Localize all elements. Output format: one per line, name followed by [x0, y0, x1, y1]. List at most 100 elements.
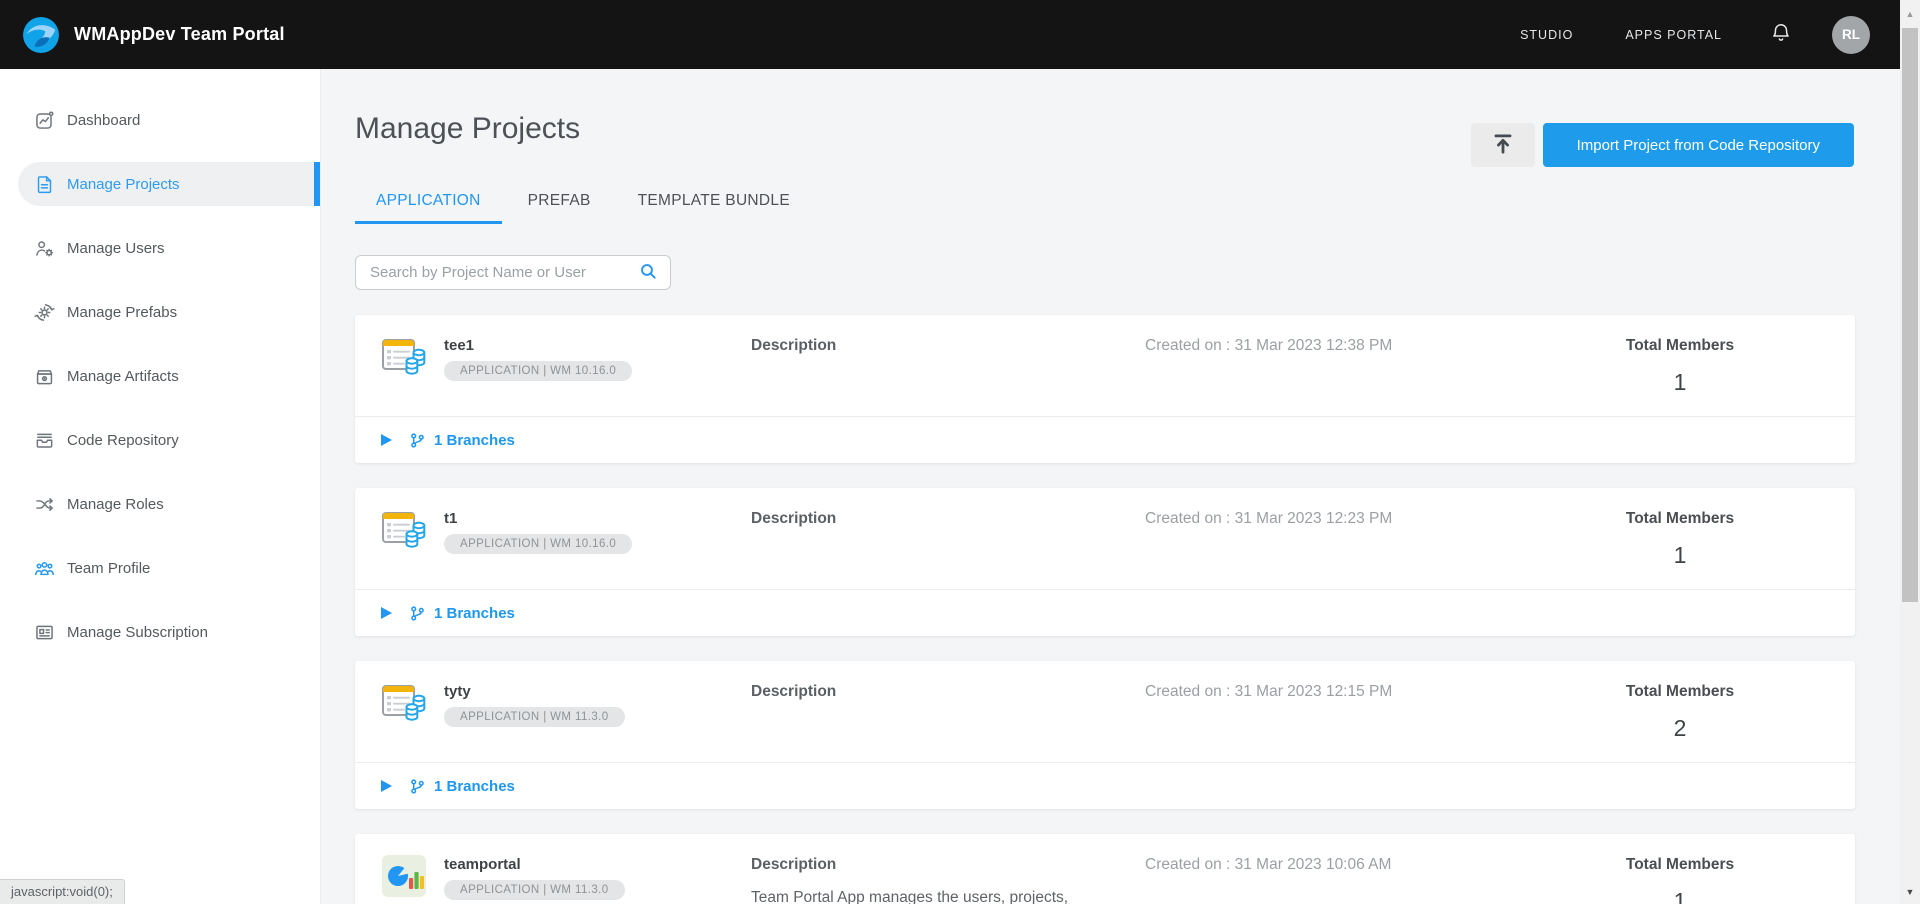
- header-link-studio[interactable]: STUDIO: [1520, 28, 1573, 42]
- project-description: Team Portal App manages the users, proje…: [751, 887, 1145, 904]
- prefabs-icon: [33, 301, 55, 323]
- scrollbar-up-arrow-icon[interactable]: ▲: [1900, 9, 1920, 19]
- upload-icon: [1490, 131, 1516, 160]
- sidebar-item-dashboard[interactable]: Dashboard: [0, 98, 320, 142]
- total-members-value: 1: [1505, 542, 1855, 569]
- description-label: Description: [751, 681, 1145, 701]
- project-created-on: Created on : 31 Mar 2023 12:23 PM: [1145, 508, 1505, 569]
- sidebar-item-manage-users[interactable]: Manage Users: [0, 226, 320, 270]
- git-branch-icon: [409, 605, 426, 622]
- project-list: tee1 APPLICATION | WM 10.16.0 Descriptio…: [355, 315, 1855, 904]
- tab-prefab[interactable]: PREFAB: [507, 192, 612, 224]
- branches-toggle[interactable]: 1 Branches: [355, 416, 1855, 463]
- search-input[interactable]: [370, 264, 637, 281]
- branches-label: 1 Branches: [434, 605, 515, 622]
- app-window-db-icon: [381, 508, 427, 552]
- total-members-label: Total Members: [1505, 508, 1855, 528]
- project-type-badge: APPLICATION | WM 11.3.0: [444, 880, 625, 900]
- sidebar-item-team-profile[interactable]: Team Profile: [0, 546, 320, 590]
- sidebar-item-label: Manage Artifacts: [67, 368, 179, 385]
- upload-project-button[interactable]: [1471, 123, 1535, 167]
- search-icon: [639, 262, 658, 284]
- project-name: tee1: [444, 335, 632, 354]
- tab-template-bundle[interactable]: TEMPLATE BUNDLE: [617, 192, 811, 224]
- sidebar-item-manage-projects[interactable]: Manage Projects: [18, 162, 320, 206]
- description-label: Description: [751, 854, 1145, 874]
- sidebar-item-label: Team Profile: [67, 560, 150, 577]
- project-created-on: Created on : 31 Mar 2023 12:38 PM: [1145, 335, 1505, 396]
- sidebar-item-manage-roles[interactable]: Manage Roles: [0, 482, 320, 526]
- sidebar-item-manage-subscription[interactable]: Manage Subscription: [0, 610, 320, 654]
- header-actions: Import Project from Code Repository: [1471, 123, 1854, 167]
- sidebar-item-manage-artifacts[interactable]: Manage Artifacts: [0, 354, 320, 398]
- pie-chart-icon: [381, 854, 427, 898]
- search-box: [355, 255, 671, 290]
- sidebar-item-manage-prefabs[interactable]: Manage Prefabs: [0, 290, 320, 334]
- sidebar-item-label: Manage Users: [67, 240, 165, 257]
- branches-toggle[interactable]: 1 Branches: [355, 762, 1855, 809]
- top-header: WMAppDev Team Portal STUDIO APPS PORTAL R…: [0, 0, 1900, 69]
- total-members-label: Total Members: [1505, 335, 1855, 355]
- notifications-button[interactable]: [1770, 22, 1792, 47]
- app-window-db-icon: [381, 335, 427, 379]
- header-link-apps-portal[interactable]: APPS PORTAL: [1625, 28, 1722, 42]
- sidebar-item-label: Code Repository: [67, 432, 179, 449]
- total-members-label: Total Members: [1505, 681, 1855, 701]
- project-created-on: Created on : 31 Mar 2023 12:15 PM: [1145, 681, 1505, 742]
- project-name: tyty: [444, 681, 625, 700]
- total-members-value: 2: [1505, 715, 1855, 742]
- app-window-db-icon: [381, 681, 427, 725]
- total-members-label: Total Members: [1505, 854, 1855, 874]
- sidebar-item-code-repository[interactable]: Code Repository: [0, 418, 320, 462]
- sidebar: Dashboard Manage Projects Manage Users Mana…: [0, 69, 321, 904]
- search-button[interactable]: [637, 260, 660, 286]
- project-type-badge: APPLICATION | WM 10.16.0: [444, 534, 632, 554]
- project-card: tee1 APPLICATION | WM 10.16.0 Descriptio…: [355, 315, 1855, 463]
- branches-label: 1 Branches: [434, 778, 515, 795]
- browser-scrollbar[interactable]: ▲ ▼: [1900, 0, 1920, 904]
- project-name: teamportal: [444, 854, 625, 873]
- users-icon: [33, 237, 55, 259]
- subscription-icon: [33, 621, 55, 643]
- scrollbar-down-arrow-icon[interactable]: ▼: [1900, 887, 1920, 897]
- link-preview-statusbar: javascript:void(0);: [0, 879, 125, 904]
- sidebar-menu: Dashboard Manage Projects Manage Users Mana…: [0, 69, 320, 654]
- project-card: t1 APPLICATION | WM 10.16.0 Description …: [355, 488, 1855, 636]
- sidebar-item-label: Manage Roles: [67, 496, 164, 513]
- sidebar-item-label: Manage Prefabs: [67, 304, 177, 321]
- dashboard-icon: [33, 109, 55, 131]
- description-label: Description: [751, 508, 1145, 528]
- sidebar-item-label: Manage Projects: [67, 176, 180, 193]
- header-nav: STUDIO APPS PORTAL RL: [1468, 16, 1870, 54]
- project-card: tyty APPLICATION | WM 11.3.0 Description…: [355, 661, 1855, 809]
- roles-icon: [33, 493, 55, 515]
- scrollbar-thumb[interactable]: [1902, 28, 1918, 602]
- avatar[interactable]: RL: [1832, 16, 1870, 54]
- project-type-badge: APPLICATION | WM 10.16.0: [444, 361, 632, 381]
- description-label: Description: [751, 335, 1145, 355]
- projects-icon: [33, 173, 55, 195]
- project-type-badge: APPLICATION | WM 11.3.0: [444, 707, 625, 727]
- sidebar-item-label: Dashboard: [67, 112, 140, 129]
- total-members-value: 1: [1505, 369, 1855, 396]
- project-name: t1: [444, 508, 632, 527]
- branches-label: 1 Branches: [434, 432, 515, 449]
- sidebar-item-label: Manage Subscription: [67, 624, 208, 641]
- expand-triangle-icon: [381, 434, 392, 446]
- active-indicator: [314, 162, 320, 206]
- project-card: teamportal APPLICATION | WM 11.3.0 Descr…: [355, 834, 1855, 904]
- project-created-on: Created on : 31 Mar 2023 10:06 AM: [1145, 854, 1505, 904]
- total-members-value: 1: [1505, 888, 1855, 904]
- tab-bar: APPLICATIONPREFABTEMPLATE BUNDLE: [355, 192, 1855, 224]
- app-window: WMAppDev Team Portal STUDIO APPS PORTAL R…: [0, 0, 1900, 904]
- import-project-button[interactable]: Import Project from Code Repository: [1543, 123, 1854, 167]
- branches-toggle[interactable]: 1 Branches: [355, 589, 1855, 636]
- wavemaker-logo-icon: [22, 16, 60, 54]
- team-profile-icon: [33, 557, 55, 579]
- expand-triangle-icon: [381, 607, 392, 619]
- main-content: Manage Projects Import Project from Code…: [321, 69, 1900, 904]
- app-title: WMAppDev Team Portal: [74, 24, 285, 45]
- expand-triangle-icon: [381, 780, 392, 792]
- tab-application[interactable]: APPLICATION: [355, 192, 502, 224]
- artifacts-icon: [33, 365, 55, 387]
